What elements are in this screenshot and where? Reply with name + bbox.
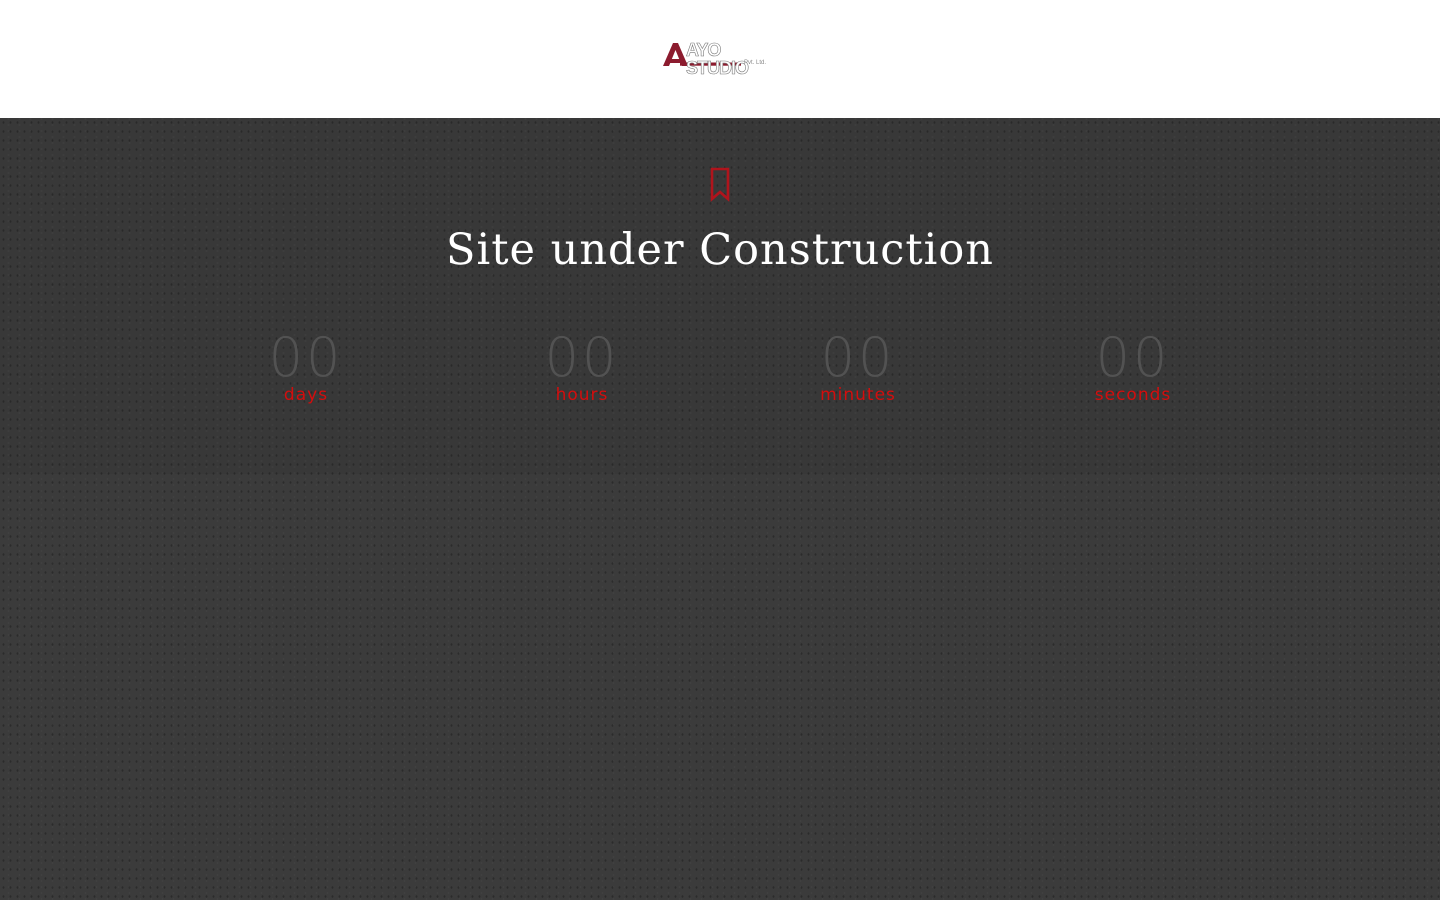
countdown-hours-value: 00 — [544, 326, 620, 389]
countdown-seconds-value: 00 — [1095, 326, 1171, 389]
countdown-days-label: days — [283, 385, 329, 405]
countdown-hours-label: hours — [555, 385, 609, 405]
construction-section: Site under Construction 00 days 00 hours… — [0, 118, 1440, 900]
page-title: Site under Construction — [446, 225, 994, 275]
countdown-hours: 00 hours — [482, 324, 682, 434]
countdown-minutes-value: 00 — [820, 326, 896, 389]
logo-wordmark: AYO STUDIO — [686, 40, 750, 78]
countdown-panel: Site under Construction 00 days 00 hours… — [0, 118, 1440, 474]
site-header: AYO STUDIO Pvt. Ltd. — [0, 0, 1440, 118]
countdown-timer: 00 days 00 hours 00 minutes 00 seconds — [0, 324, 1440, 434]
site-logo[interactable]: AYO STUDIO Pvt. Ltd. — [662, 40, 778, 77]
bookmark-icon — [709, 166, 731, 202]
countdown-days: 00 days — [206, 324, 406, 434]
countdown-seconds-label: seconds — [1094, 385, 1172, 405]
countdown-minutes: 00 minutes — [758, 324, 958, 434]
logo-subtext: Pvt. Ltd. — [744, 60, 767, 66]
countdown-minutes-label: minutes — [820, 385, 896, 405]
countdown-seconds: 00 seconds — [1033, 324, 1233, 434]
countdown-days-value: 00 — [268, 326, 344, 389]
